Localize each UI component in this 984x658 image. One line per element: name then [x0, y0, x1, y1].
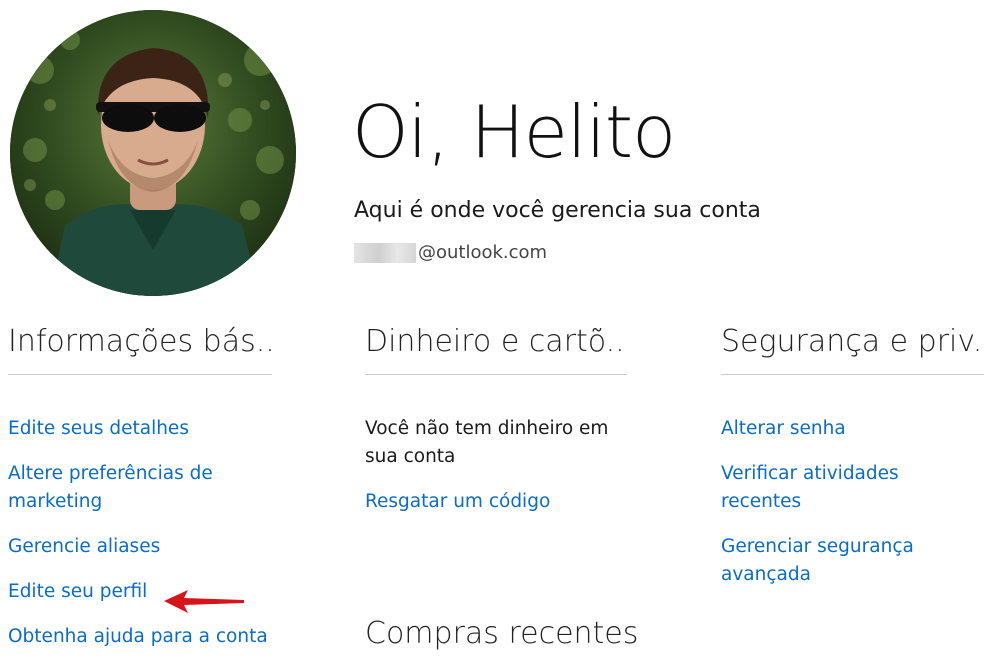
marketing-preferences-link[interactable]: Altere preferências de marketing [8, 460, 272, 516]
email-domain: @outlook.com [418, 242, 548, 263]
recent-activity-link[interactable]: Verificar atividades recentes [721, 460, 984, 516]
redeem-code-link[interactable]: Resgatar um código [365, 488, 550, 516]
profile-avatar[interactable] [10, 10, 296, 296]
red-arrow-icon [164, 590, 244, 613]
basic-info-heading[interactable]: Informações bás... [8, 320, 272, 364]
money-heading[interactable]: Dinheiro e cartõ... [365, 320, 627, 364]
section-divider [8, 374, 272, 375]
advanced-security-link[interactable]: Gerenciar segurança avançada [721, 533, 984, 589]
edit-profile-link[interactable]: Edite seu perfil [8, 578, 147, 606]
money-section: Dinheiro e cartõ... Você não tem dinheir… [365, 320, 627, 516]
section-divider [721, 374, 984, 375]
security-heading[interactable]: Segurança e priv... [721, 320, 984, 364]
account-subtitle: Aqui é onde você gerencia sua conta [354, 198, 761, 223]
greeting-title: Oi, Helito [352, 90, 676, 174]
email-redaction [354, 242, 416, 263]
recent-purchases-heading[interactable]: Compras recentes [365, 612, 638, 656]
account-email: @outlook.com [354, 242, 547, 263]
basic-info-links: Edite seus detalhes Altere preferências … [8, 415, 272, 651]
account-help-link[interactable]: Obtenha ajuda para a conta [8, 623, 268, 651]
change-password-link[interactable]: Alterar senha [721, 415, 846, 443]
profile-photo [10, 10, 296, 296]
manage-aliases-link[interactable]: Gerencie aliases [8, 533, 160, 561]
security-links: Alterar senha Verificar atividades recen… [721, 415, 984, 589]
balance-text: Você não tem dinheiro em sua conta [365, 418, 609, 467]
security-section: Segurança e priv... Alterar senha Verifi… [721, 320, 984, 606]
edit-details-link[interactable]: Edite seus detalhes [8, 415, 189, 443]
section-divider [365, 374, 627, 375]
